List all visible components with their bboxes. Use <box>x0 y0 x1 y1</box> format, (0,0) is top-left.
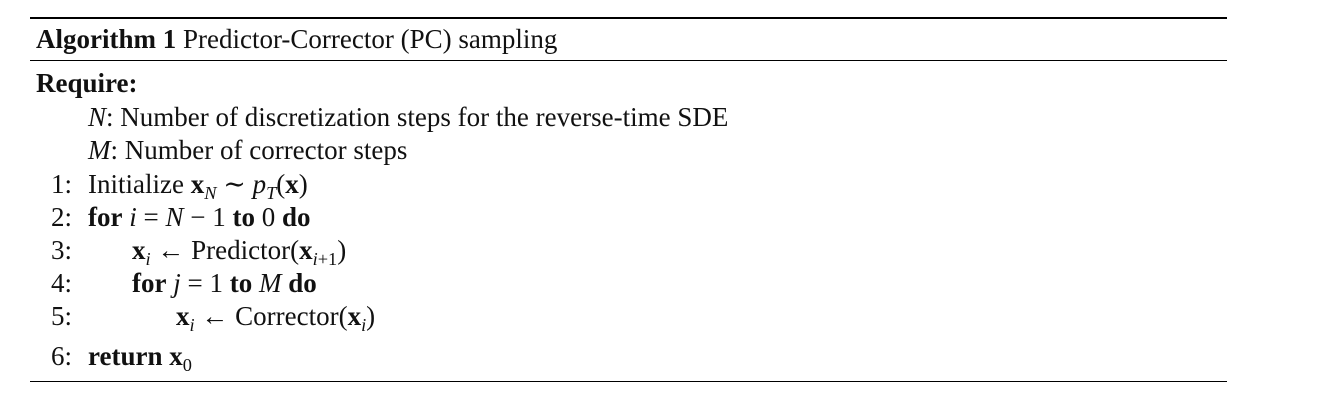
header-rule <box>30 60 1227 61</box>
requirement-symbol: N <box>88 102 107 132</box>
top-rule <box>30 17 1227 19</box>
step-number: 3: <box>50 235 72 265</box>
requirement-n: N: Number of discretization steps for th… <box>88 102 728 132</box>
require-label: Require: <box>36 68 138 98</box>
step-number: 1: <box>50 169 72 199</box>
requirement-description: : Number of discretization steps for the… <box>106 102 729 132</box>
step-text: xi ← Predictor(xi+1) <box>132 235 347 270</box>
requirement-description: : Number of corrector steps <box>110 135 408 165</box>
step-text: for i = N − 1 to 0 do <box>88 202 311 232</box>
step-number: 6: <box>50 341 72 371</box>
step-text: return x0 <box>88 341 192 376</box>
step-text: xi ← Corrector(xi) <box>176 301 376 336</box>
algorithm-header: Algorithm 1 Predictor-Corrector (PC) sam… <box>36 24 557 54</box>
step-text: for j = 1 to M do <box>132 268 317 298</box>
bottom-rule <box>30 381 1227 382</box>
requirement-symbol: M <box>88 135 111 165</box>
step-text: Initialize xN ∼ pT(x) <box>88 169 308 204</box>
step-number: 4: <box>50 268 72 298</box>
requirement-m: M: Number of corrector steps <box>88 135 407 165</box>
algorithm-label: Algorithm 1 <box>36 24 177 54</box>
step-number: 5: <box>50 301 72 331</box>
step-number: 2: <box>50 202 72 232</box>
algorithm-title: Predictor-Corrector (PC) sampling <box>182 24 558 54</box>
